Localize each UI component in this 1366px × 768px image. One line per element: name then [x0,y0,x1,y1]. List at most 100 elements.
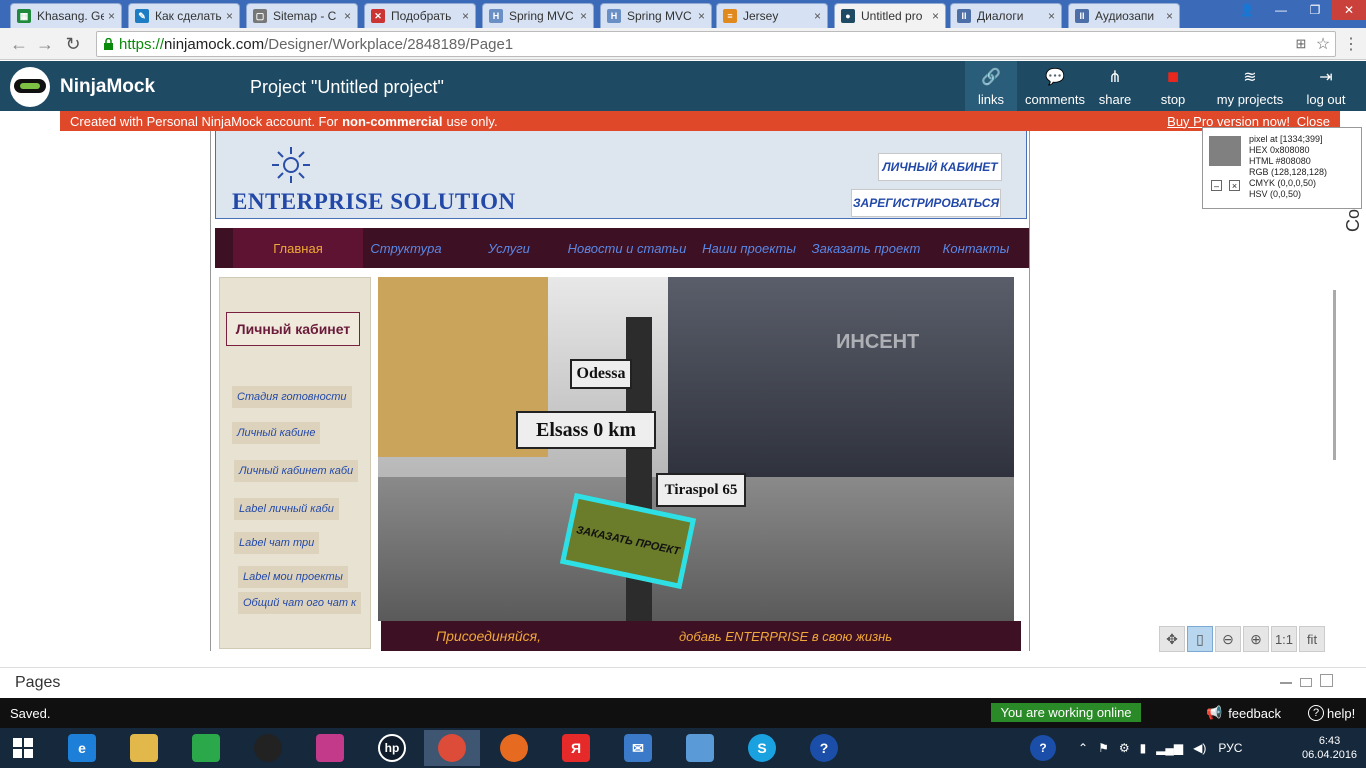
skype-icon[interactable]: S [734,730,790,766]
vertical-scrollbar[interactable] [1333,290,1336,460]
mail-icon[interactable]: ✉ [610,730,666,766]
browser-tab[interactable]: ✎ Как сделать × [128,3,240,28]
register-button[interactable]: ЗАРЕГИСТРИРОВАТЬСЯ [851,189,1001,217]
browser-tab[interactable]: II Аудиозапи × [1068,3,1180,28]
ninja-icon [10,67,50,107]
browser-tab[interactable]: H Spring MVC × [482,3,594,28]
reload-button[interactable]: ↻ [62,33,84,55]
tab-close-icon[interactable]: × [226,9,233,23]
pages-grid-icon[interactable] [1320,674,1333,687]
tab-close-icon[interactable]: × [108,9,115,23]
menu-item[interactable]: Главная [233,228,363,268]
zoom-in-icon[interactable]: ⊕ [1243,626,1269,652]
tab-close-icon[interactable]: × [932,9,939,23]
url-field[interactable]: https://ninjamock.com/Designer/Workplace… [96,31,1336,57]
tool-log-out[interactable]: ⇥ log out [1298,61,1354,111]
firefox-icon[interactable] [486,730,542,766]
clock[interactable]: 6:43 06.04.2016 [1302,734,1357,762]
menu-item[interactable]: Заказать проект [805,228,927,268]
explorer-icon[interactable] [116,730,172,766]
hp-icon[interactable]: hp [364,730,420,766]
profile-icon[interactable]: 👤 [1230,0,1264,20]
menu-item[interactable]: Наши проекты [687,228,811,268]
browser-tab[interactable]: ▦ Khasang. Ge × [10,3,122,28]
back-button[interactable]: ← [8,33,30,55]
panel-link[interactable]: Label мои проекты [238,566,348,588]
design-canvas[interactable]: ENTERPRISE SOLUTION ЛИЧНЫЙ КАБИНЕТ ЗАРЕГ… [210,131,1030,651]
tab-close-icon[interactable]: × [344,9,351,23]
tray-arrow-icon[interactable]: ⌃ [1078,741,1088,755]
browser-tab[interactable]: ▢ Sitemap - C × [246,3,358,28]
yandex-icon[interactable]: Я [548,730,604,766]
translate-icon[interactable]: ⊞ [1290,33,1312,55]
browser-tab[interactable]: H Spring MVC × [600,3,712,28]
panel-link[interactable]: Личный кабине [232,422,321,444]
pages-minimize-icon[interactable] [1280,682,1292,684]
close-window-button[interactable]: ✕ [1332,0,1366,20]
paint-icon[interactable] [302,730,358,766]
photos-icon[interactable] [672,730,728,766]
maximize-button[interactable]: ❐ [1298,0,1332,20]
tool-stop[interactable]: ■ stop [1150,61,1196,111]
device-icon[interactable]: ▯ [1187,626,1213,652]
menu-icon[interactable]: ⋮ [1340,33,1362,55]
tab-favicon-icon: H [607,9,621,23]
menu-item[interactable]: Структура [363,228,449,268]
panel-title[interactable]: Личный кабинет [226,312,360,346]
chrome-icon[interactable] [424,730,480,766]
menu-item[interactable]: Новости и статьи [567,228,687,268]
browser-tab[interactable]: ≡ Jersey × [716,3,828,28]
wifi-icon[interactable]: ▂▄▆ [1156,741,1183,755]
menu-item[interactable]: Контакты [927,228,1025,268]
tab-close-icon[interactable]: × [814,9,821,23]
tab-close-icon[interactable]: × [1166,9,1173,23]
tab-close-icon[interactable]: × [462,9,469,23]
tool-my-projects[interactable]: ≋ my projects [1210,61,1290,111]
tab-close-icon[interactable]: × [1048,9,1055,23]
bookmark-star-icon[interactable]: ☆ [1312,33,1334,55]
windows-start-icon[interactable] [0,730,46,766]
panel-link[interactable]: Общий чат ого чат к [238,592,362,614]
zoom-1to1-button[interactable]: 1:1 [1271,626,1297,652]
panel-link[interactable]: Label чат три [234,532,320,554]
tool-comments[interactable]: 💬 comments [1020,61,1090,111]
browser-tab[interactable]: ● Untitled pro × [834,3,946,28]
move-icon[interactable]: ✥ [1159,626,1185,652]
ie-icon[interactable]: e [54,730,110,766]
tab-close-icon[interactable]: × [580,9,587,23]
hero-image[interactable]: Odessa Elsass 0 km Tiraspol 65 ИНСЕНТ ЗА… [378,277,1014,621]
help-button[interactable]: ? help! [1308,705,1355,721]
picker-close-icon[interactable]: × [1229,180,1240,191]
language-indicator[interactable]: РУС [1218,741,1242,755]
mock-header[interactable]: ENTERPRISE SOLUTION ЛИЧНЫЙ КАБИНЕТ ЗАРЕГ… [215,131,1027,219]
picker-minimize-icon[interactable]: – [1211,180,1222,191]
pages-label[interactable]: Pages [15,674,60,692]
cabinet-button[interactable]: ЛИЧНЫЙ КАБИНЕТ [878,153,1002,181]
volume-icon[interactable]: ◀) [1193,741,1206,755]
browser-tab[interactable]: II Диалоги × [950,3,1062,28]
help-app-icon[interactable]: ? [796,730,852,766]
ninjamock-logo[interactable]: NinjaMock [10,67,155,107]
forward-button[interactable]: → [34,33,56,55]
camera-icon[interactable] [240,730,296,766]
minimize-button[interactable]: — [1264,0,1298,20]
network-icon[interactable]: ⚙ [1119,741,1130,755]
tab-title: Как сделать [155,9,222,23]
tab-favicon-icon: ✎ [135,9,149,23]
panel-link[interactable]: Стадия готовности [232,386,352,408]
flag-icon[interactable]: ⚑ [1098,741,1109,755]
pages-restore-icon[interactable] [1300,678,1312,687]
panel-link[interactable]: Личный кабинет каби [234,460,359,482]
battery-icon[interactable]: ▮ [1140,741,1147,755]
menu-item[interactable]: Услуги [451,228,567,268]
store-icon[interactable] [178,730,234,766]
browser-tab[interactable]: ✕ Подобрать × [364,3,476,28]
tool-share[interactable]: ⋔ share [1092,61,1138,111]
tool-links[interactable]: 🔗 links [965,61,1017,111]
panel-link[interactable]: Label личный каби [234,498,339,520]
tab-close-icon[interactable]: × [698,9,705,23]
zoom-fit-button[interactable]: fit [1299,626,1325,652]
zoom-out-icon[interactable]: ⊖ [1215,626,1241,652]
help-tray-icon[interactable]: ? [1030,735,1056,761]
feedback-button[interactable]: 📢 feedback [1206,705,1281,721]
